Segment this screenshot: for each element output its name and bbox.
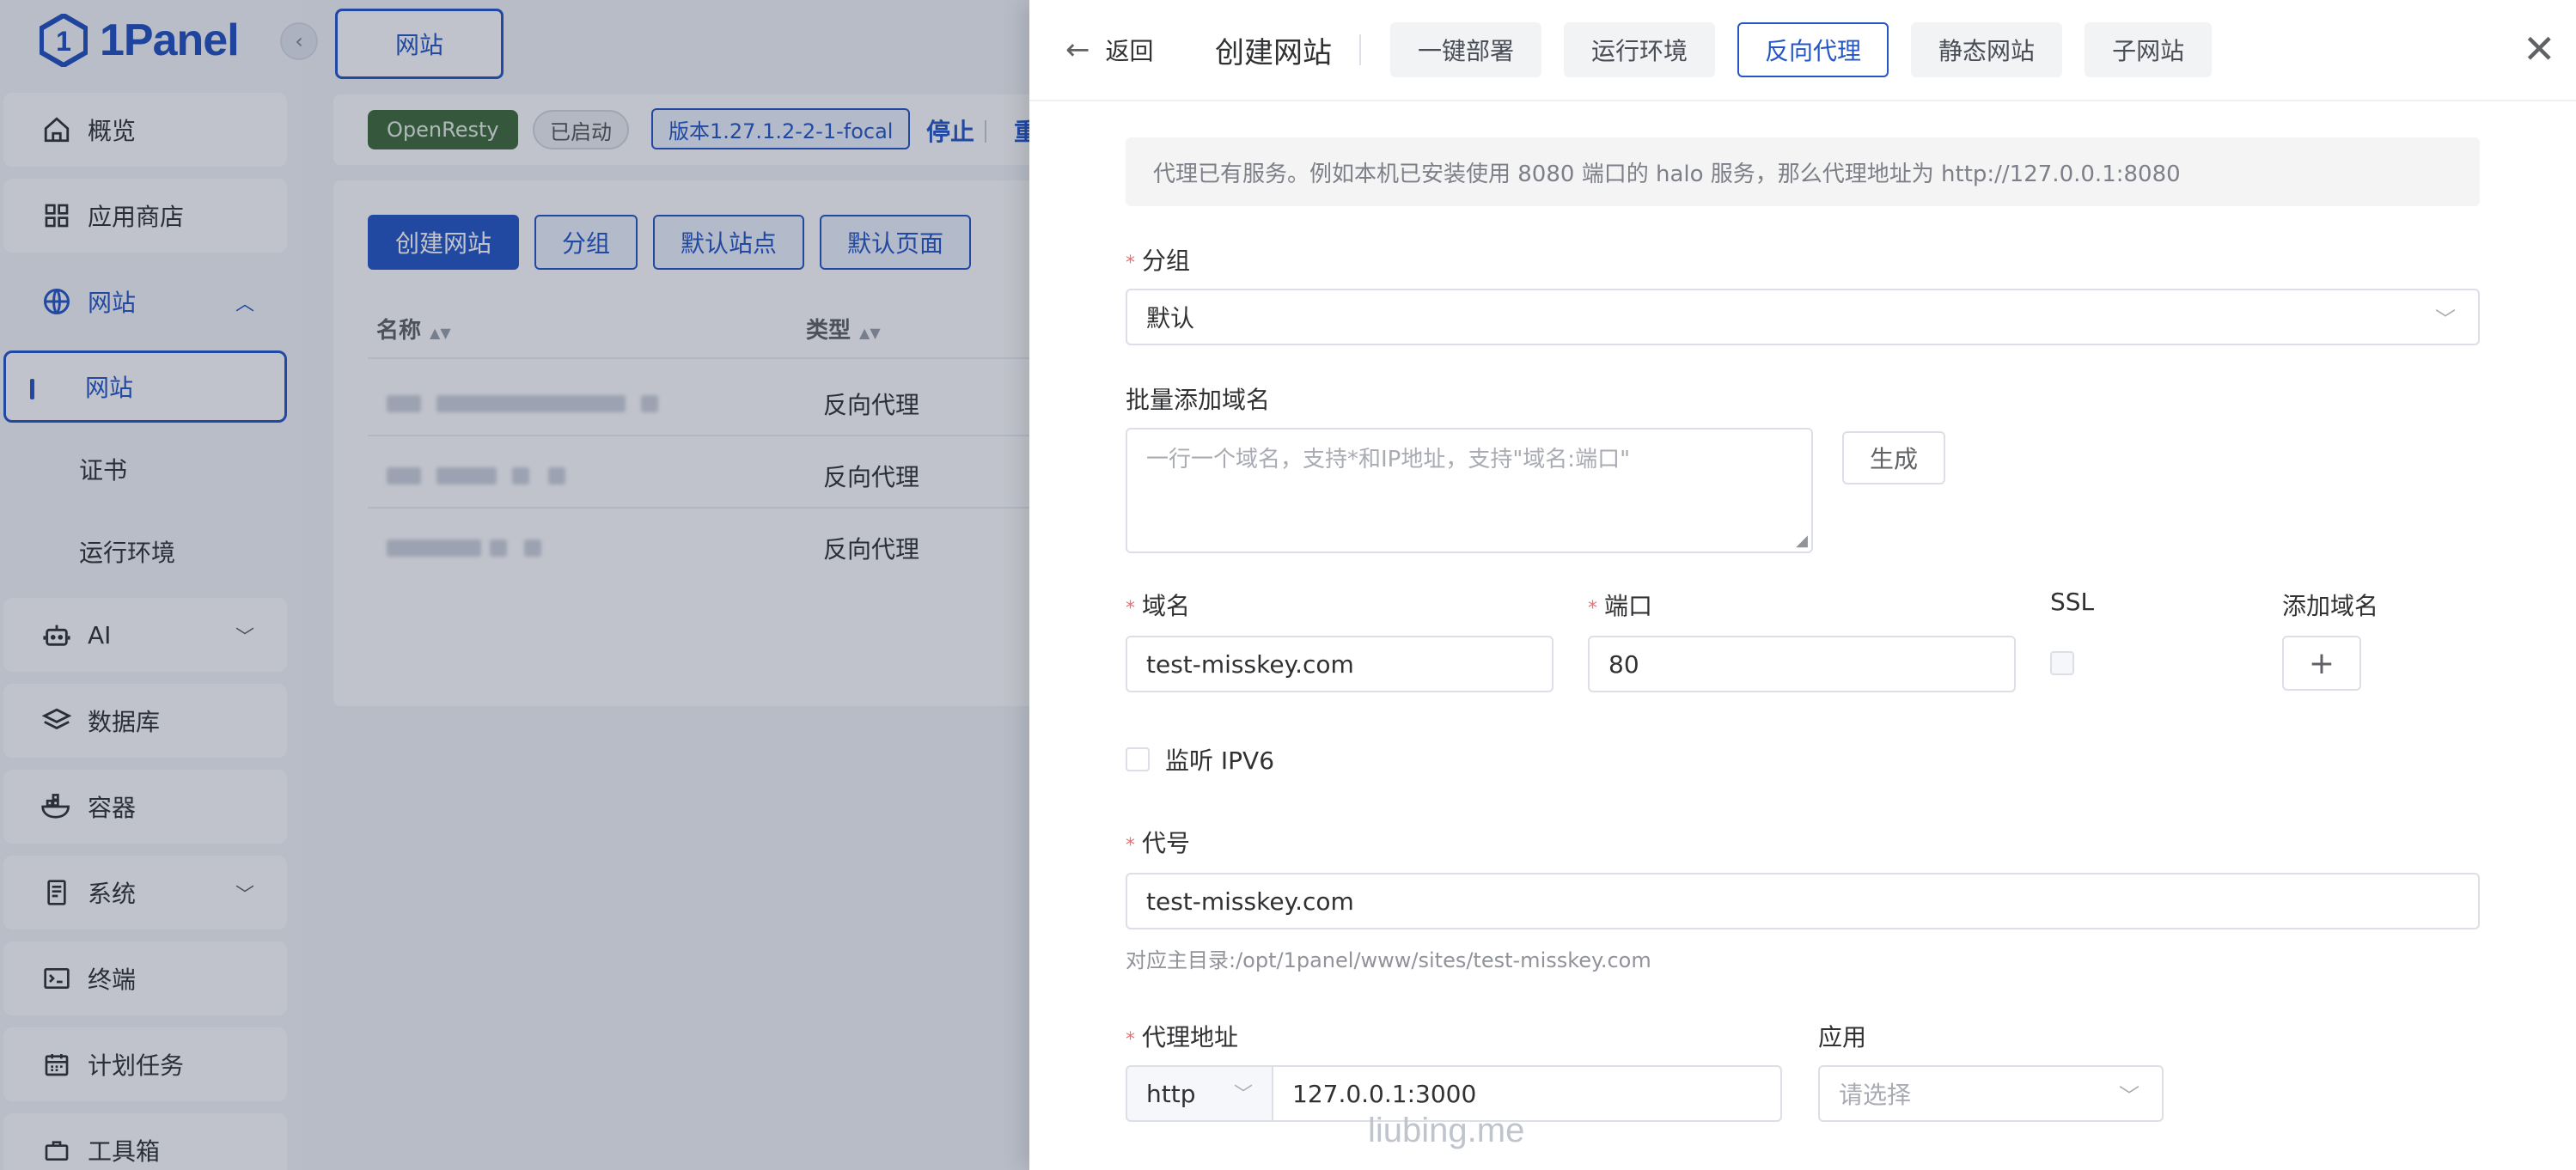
drawer-title: 创建网站 [1215, 36, 1332, 70]
app-label: 应用 [1818, 1023, 1867, 1051]
domain-label: * 域名 [1126, 592, 1191, 620]
batch-domains-textarea[interactable]: 一行一个域名，支持*和IP地址，支持"域名:端口" ◢ [1126, 428, 1813, 553]
info-tip: 代理已有服务。例如本机已安装使用 8080 端口的 halo 服务，那么代理地址… [1126, 137, 2480, 206]
port-input[interactable]: 80 [1588, 636, 2016, 692]
create-website-drawer: ← 返回 创建网站 一键部署 运行环境 反向代理 静态网站 子网站 ✕ 代理已有… [1029, 0, 2576, 1170]
tab-one-click-deploy[interactable]: 一键部署 [1390, 22, 1542, 77]
ssl-label: SSL [2050, 588, 2095, 616]
back-button[interactable]: ← 返回 [1065, 33, 1154, 67]
tab-subsite[interactable]: 子网站 [2085, 22, 2213, 77]
back-label: 返回 [1105, 37, 1154, 65]
protocol-value: http [1146, 1079, 1196, 1108]
group-select[interactable]: 默认 ﹀ [1126, 289, 2480, 345]
alias-input[interactable]: test-misskey.com [1126, 873, 2480, 929]
ssl-checkbox[interactable] [2050, 651, 2074, 675]
watermark: liubing.me [1368, 1112, 1525, 1149]
ipv6-label: 监听 IPV6 [1165, 746, 1275, 775]
drawer-header: ← 返回 创建网站 一键部署 运行环境 反向代理 静态网站 子网站 ✕ [1029, 0, 2576, 101]
required-mark: * [1126, 253, 1135, 274]
batch-domains-label: 批量添加域名 [1126, 386, 1271, 414]
checkbox-box[interactable] [1126, 747, 1150, 771]
chevron-down-icon: ﹀ [1233, 1084, 1253, 1106]
resize-handle-icon[interactable]: ◢ [1796, 532, 1808, 550]
required-mark: * [1126, 835, 1135, 856]
app-select[interactable]: 请选择 ﹀ [1818, 1065, 2164, 1122]
divider [1359, 34, 1361, 65]
required-mark: * [1588, 598, 1597, 619]
tab-runtime[interactable]: 运行环境 [1564, 22, 1716, 77]
website-type-tabs: 一键部署 运行环境 反向代理 静态网站 子网站 [1390, 22, 2234, 77]
tab-reverse-proxy[interactable]: 反向代理 [1737, 22, 1889, 77]
proxy-address-label: * 代理地址 [1126, 1023, 1239, 1051]
batch-domains-placeholder: 一行一个域名，支持*和IP地址，支持"域名:端口" [1146, 447, 1631, 472]
chevron-down-icon: ﹀ [2119, 1084, 2140, 1108]
alias-hint: 对应主目录:/opt/1panel/www/sites/test-misskey… [1126, 948, 1651, 972]
chevron-down-icon: ﹀ [2435, 308, 2456, 332]
generate-button[interactable]: 生成 [1842, 431, 1945, 484]
add-domain-button[interactable]: + [2282, 636, 2361, 691]
close-icon[interactable]: ✕ [2523, 26, 2556, 72]
modal-overlay[interactable] [0, 0, 1029, 1170]
required-mark: * [1126, 1029, 1135, 1051]
ipv6-checkbox[interactable]: 监听 IPV6 [1126, 742, 1274, 777]
app-select-placeholder: 请选择 [1839, 1081, 1912, 1109]
domain-input[interactable]: test-misskey.com [1126, 636, 1554, 692]
port-label: * 端口 [1588, 592, 1653, 620]
protocol-select[interactable]: http ﹀ [1126, 1065, 1273, 1122]
group-select-value: 默认 [1146, 304, 1195, 332]
arrow-left-icon: ← [1065, 33, 1090, 67]
alias-label: * 代号 [1126, 829, 1191, 857]
required-mark: * [1126, 598, 1135, 619]
plus-icon: + [2308, 645, 2335, 681]
proxy-address-input[interactable]: 127.0.0.1:3000 [1272, 1065, 1782, 1122]
group-label: * 分组 [1126, 247, 1191, 275]
tab-static-site[interactable]: 静态网站 [1911, 22, 2063, 77]
add-domain-label: 添加域名 [2282, 592, 2379, 620]
